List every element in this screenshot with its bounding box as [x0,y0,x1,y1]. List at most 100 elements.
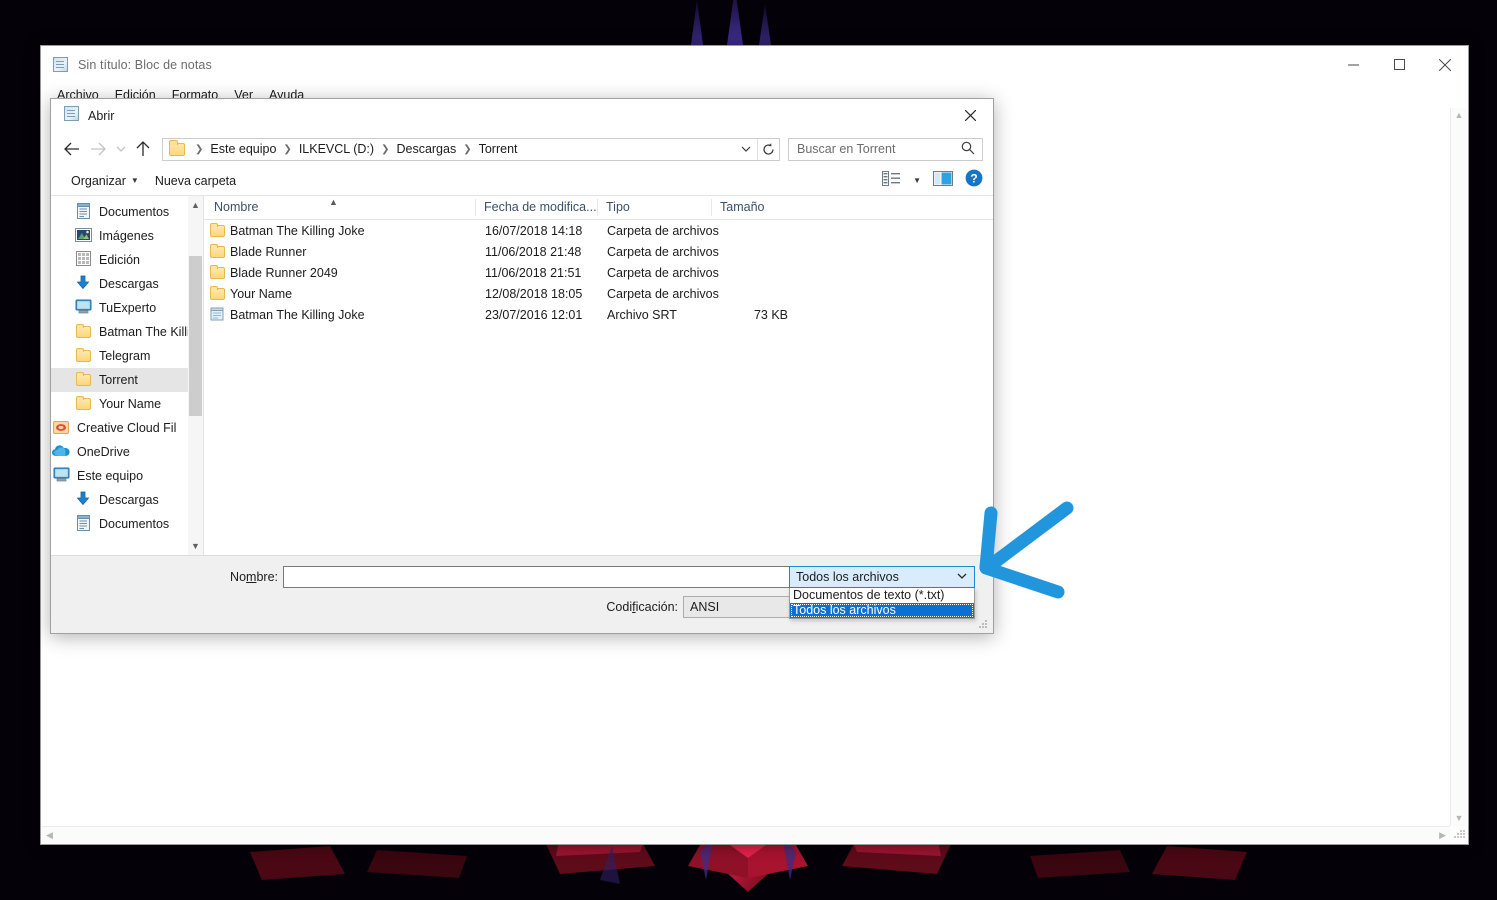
chevron-up-icon[interactable]: ▲ [191,196,200,214]
chevron-down-icon[interactable]: ▼ [191,537,200,555]
sidebar-item-edici-n[interactable]: Edición [51,248,203,272]
folder-icon [75,324,91,338]
help-icon[interactable]: ? [965,169,983,192]
refresh-icon[interactable] [757,138,779,160]
sidebar-item-batman-the-killi[interactable]: Batman The Killi [51,320,203,344]
resize-grip-icon[interactable] [1451,827,1466,842]
resize-grip-icon[interactable] [978,618,990,630]
computer-icon [53,467,70,485]
breadcrumb-item-torrent[interactable]: Torrent [477,142,520,156]
view-list-icon[interactable] [882,170,901,191]
sidebar-item-onedrive[interactable]: OneDrive [51,440,203,464]
breadcrumb-item-este-equipo[interactable]: Este equipo [208,142,278,156]
sidebar-item-label: Batman The Killi [99,325,190,339]
preview-pane-icon[interactable] [933,170,953,191]
search-input[interactable]: Buscar en Torrent [788,137,983,161]
column-header-tamano[interactable]: Tamaño [711,199,791,216]
dialog-titlebar[interactable]: Abrir [51,99,993,132]
breadcrumb-chevron-down-icon[interactable] [735,139,757,160]
sidebar-item-documentos[interactable]: Documentos [51,200,203,224]
arrow-up-icon[interactable] [130,136,156,162]
new-folder-button[interactable]: Nueva carpeta [147,171,244,191]
breadcrumb-separator: ❯ [195,143,204,155]
file-type-filter-dropdown[interactable]: Documentos de texto (*.txt) Todos los arc… [789,588,975,619]
folder-icon [204,243,230,258]
notepad-icon [53,56,69,73]
history-chevron-down-icon[interactable] [111,136,130,162]
navigation-bar[interactable]: ❯ Este equipo ❯ ILKEVCL (D:) ❯ Descargas… [51,132,993,166]
column-headers[interactable]: Nombre Fecha de modifica... Tipo Tamaño [204,196,993,220]
maximize-icon[interactable] [1376,46,1422,83]
table-row[interactable]: Batman The Killing Joke 16/07/2018 14:18 C… [204,220,993,241]
notepad-titlebar[interactable]: Sin título: Bloc de notas [41,46,1468,83]
computer-icon [73,299,93,317]
sidebar-item-your-name[interactable]: Your Name [51,392,203,416]
search-placeholder: Buscar en Torrent [797,142,896,156]
chevron-down-icon[interactable] [957,571,974,583]
cell-date: 11/06/2018 21:51 [485,265,582,280]
dialog-title: Abrir [88,108,115,123]
organize-button[interactable]: Organizar ▼ [63,171,147,191]
close-icon[interactable] [1422,46,1468,83]
cell-type: Carpeta de archivos [607,223,719,238]
breadcrumb-item-ilkevcl[interactable]: ILKEVCL (D:) [297,142,376,156]
scroll-down-icon[interactable]: ▼ [1451,811,1468,826]
notepad-file-icon [210,306,225,324]
breadcrumb[interactable]: ❯ Este equipo ❯ ILKEVCL (D:) ❯ Descargas… [162,137,780,161]
pictures-icon [73,227,93,245]
filename-input[interactable] [283,566,826,588]
column-header-nombre[interactable]: Nombre [204,199,475,216]
sidebar-item-label: TuExperto [99,301,157,315]
creative-cloud-icon [53,420,69,437]
notepad-vertical-scrollbar[interactable]: ▲ ▼ [1450,108,1467,826]
computer-icon [75,299,92,317]
download-icon [73,275,93,293]
table-row[interactable]: Your Name 12/08/2018 18:05 Carpeta de arch… [204,283,993,304]
grid-icon [75,251,91,269]
sidebar-item-descargas[interactable]: Descargas [51,272,203,296]
sidebar-item-label: Torrent [99,373,138,387]
folder-icon [209,264,225,279]
documents-icon [76,202,91,222]
scroll-up-icon[interactable]: ▲ [1451,108,1468,123]
filter-option[interactable]: Documentos de texto (*.txt) [790,588,974,603]
table-row[interactable]: Batman The Killing Joke 23/07/2016 12:01 A… [204,304,993,325]
scrollbar-thumb[interactable] [189,256,202,416]
scroll-left-icon[interactable]: ◀ [42,828,57,843]
sidebar-item-label: Your Name [99,397,162,411]
breadcrumb-item-descargas[interactable]: Descargas [394,142,458,156]
dialog-toolbar[interactable]: Organizar ▼ Nueva carpeta ▼ ? [51,166,993,196]
table-row[interactable]: Blade Runner 11/06/2018 21:48 Carpeta de a… [204,241,993,262]
search-icon[interactable] [961,141,982,158]
column-header-tipo[interactable]: Tipo [597,199,711,216]
file-list-pane[interactable]: ▲ Nombre Fecha de modifica... Tipo Tamañ… [203,196,993,555]
cell-type: Carpeta de archivos [607,265,719,280]
sort-ascending-icon: ▲ [329,197,338,207]
file-type-filter-select[interactable]: Todos los archivos [789,566,975,588]
sidebar-item-descargas[interactable]: Descargas [51,488,203,512]
sidebar-item-telegram[interactable]: Telegram [51,344,203,368]
sidebar-item-torrent[interactable]: Torrent [51,368,203,392]
open-file-dialog[interactable]: Abrir ❯ Este equipo ❯ ILKEVCL (D:) ❯ Des… [50,98,994,634]
view-chevron-down-icon[interactable]: ▼ [913,176,921,185]
sidebar-item-tuexperto[interactable]: TuExperto [51,296,203,320]
scroll-right-icon[interactable]: ▶ [1435,828,1450,843]
cell-size: 73 KB [753,307,788,322]
sidebar-scrollbar[interactable]: ▲ ▼ [188,196,203,555]
column-header-fecha[interactable]: Fecha de modifica... [475,199,597,216]
navigation-sidebar[interactable]: Documentos Imágenes Edición Descargas TuExpe… [51,196,203,555]
notepad-horizontal-scrollbar[interactable]: ◀ ▶ [42,826,1450,843]
minimize-icon[interactable] [1330,46,1376,83]
sidebar-item-im-genes[interactable]: Imágenes [51,224,203,248]
table-row[interactable]: Blade Runner 2049 11/06/2018 21:51 Carpeta… [204,262,993,283]
close-icon[interactable] [948,99,993,132]
arrow-left-icon[interactable] [59,136,85,162]
arrow-right-icon [85,136,111,162]
sidebar-item-creative-cloud-fil[interactable]: Creative Cloud Fil [51,416,203,440]
breadcrumb-separator: ❯ [381,143,390,155]
onedrive-icon [51,444,71,460]
filter-option[interactable]: Todos los archivos [790,603,974,618]
sidebar-item-documentos[interactable]: Documentos [51,512,203,536]
pictures-icon [74,227,92,245]
sidebar-item-este-equipo[interactable]: Este equipo [51,464,203,488]
